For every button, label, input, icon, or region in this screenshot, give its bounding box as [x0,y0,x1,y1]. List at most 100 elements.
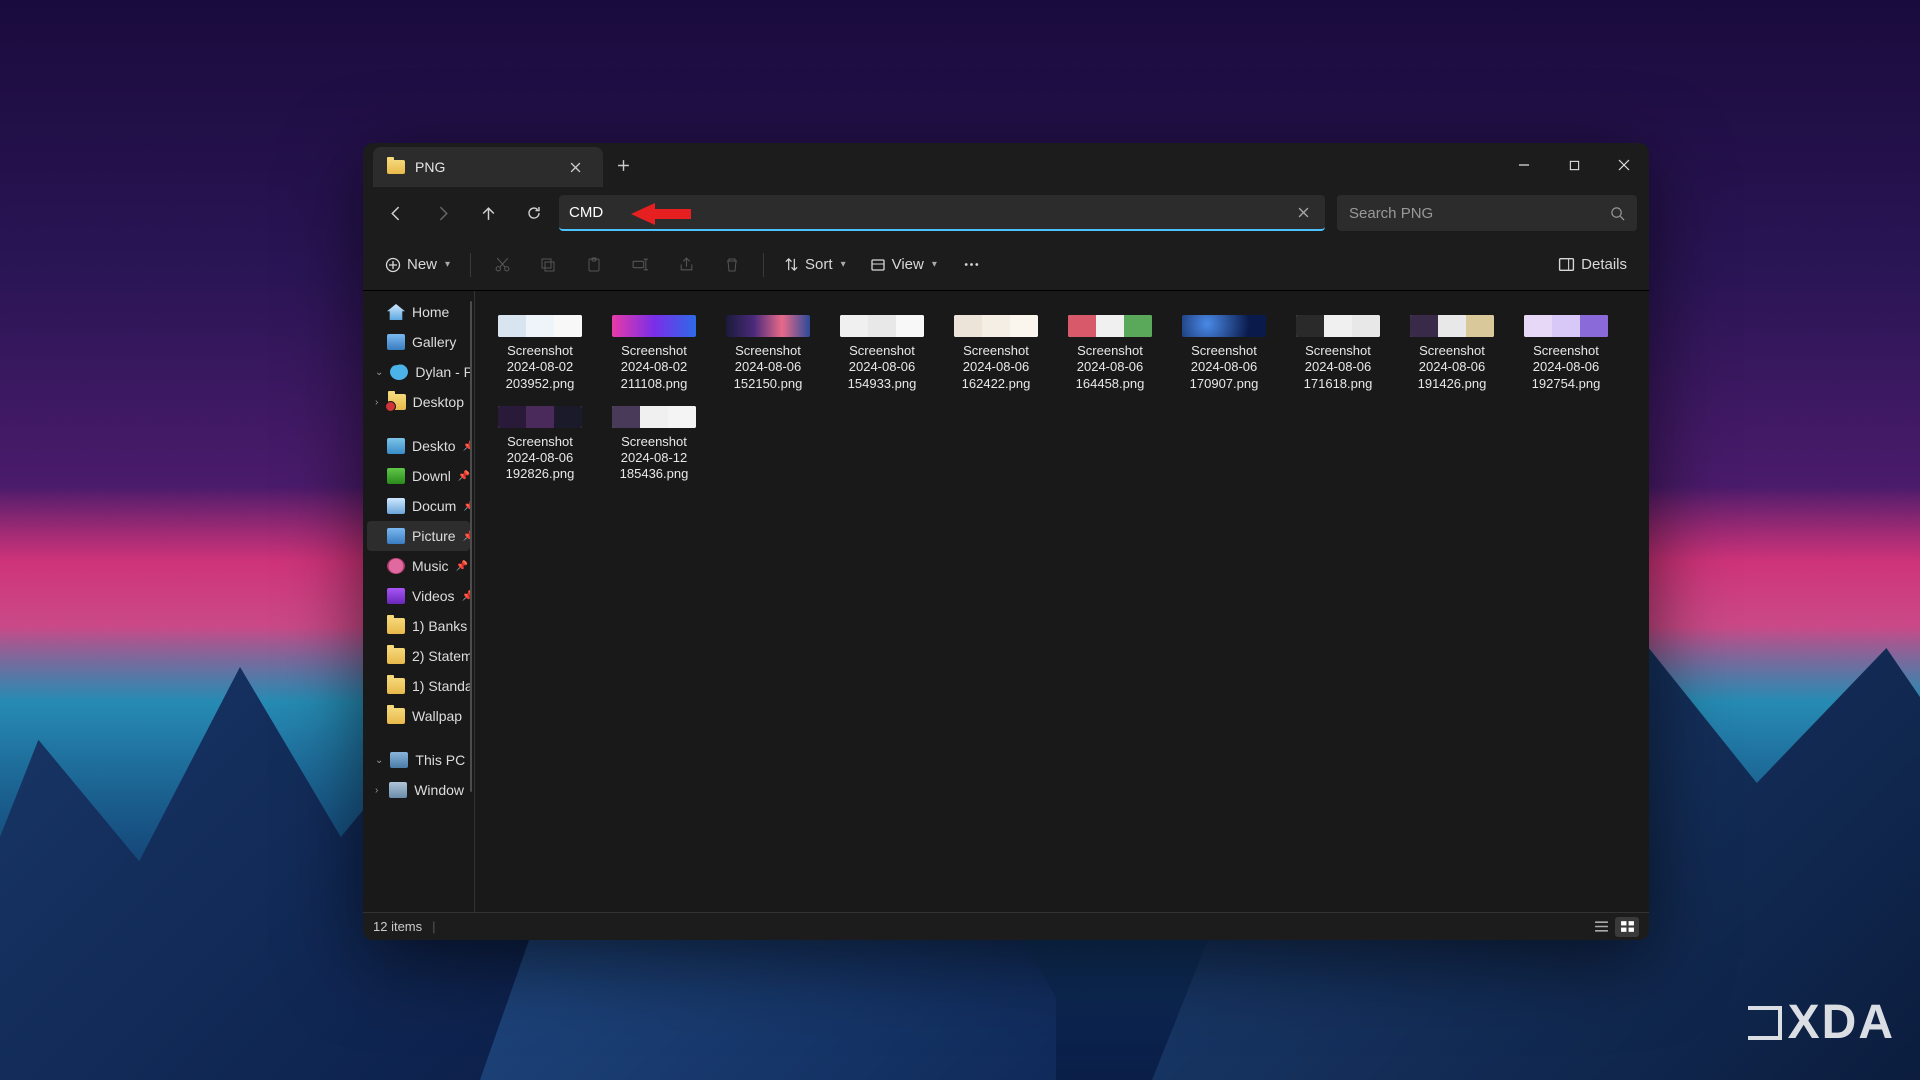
tab-png[interactable]: PNG [373,147,603,187]
sidebar-item-dl[interactable]: Downl📌 [367,461,470,491]
folder-icon [388,394,406,410]
rename-button[interactable] [619,247,661,283]
sidebar-item-folder[interactable]: 1) Banks [367,611,470,641]
desktop-icon [387,438,405,454]
file-item[interactable]: Screenshot 2024-08-06 162422.png [939,311,1053,402]
file-name: Screenshot 2024-08-06 171618.png [1287,343,1389,392]
chevron-down-icon: ⌄ [375,755,383,766]
paste-button[interactable] [573,247,615,283]
chevron-right-icon: › [375,397,381,408]
address-input[interactable] [569,204,1291,221]
file-name: Screenshot 2024-08-12 185436.png [603,434,705,483]
file-item[interactable]: Screenshot 2024-08-06 152150.png [711,311,825,402]
file-grid[interactable]: Screenshot 2024-08-02 203952.pngScreensh… [475,291,1649,912]
file-item[interactable]: Screenshot 2024-08-06 164458.png [1053,311,1167,402]
copy-button[interactable] [527,247,569,283]
delete-button[interactable] [711,247,753,283]
sidebar-item-thispc[interactable]: ⌄This PC [367,745,470,775]
sidebar-item-folder[interactable]: Wallpap [367,701,470,731]
thumbnail [1410,315,1494,337]
address-clear-button[interactable] [1291,200,1315,224]
folder-icon [387,618,405,634]
up-button[interactable] [467,195,509,231]
drive-icon [389,782,407,798]
tab-title: PNG [415,159,551,175]
item-count: 12 items [373,919,422,934]
sidebar-item-pic[interactable]: Picture📌 [367,521,470,551]
view-details-button[interactable] [1589,917,1613,937]
watermark: XDA [1748,995,1895,1050]
pin-icon: 📌 [463,531,470,542]
thumbnail [498,315,582,337]
file-item[interactable]: Screenshot 2024-08-02 211108.png [597,311,711,402]
minimize-button[interactable] [1499,143,1549,187]
sidebar-item-doc[interactable]: Docum📌 [367,491,470,521]
chevron-down-icon: ▾ [841,259,846,270]
pin-icon: 📌 [463,501,470,512]
file-item[interactable]: Screenshot 2024-08-06 171618.png [1281,311,1395,402]
file-item[interactable]: Screenshot 2024-08-06 154933.png [825,311,939,402]
sidebar-item-gallery[interactable]: Gallery [367,327,470,357]
new-button[interactable]: New▾ [375,247,460,283]
file-item[interactable]: Screenshot 2024-08-02 203952.png [483,311,597,402]
thumbnail [612,406,696,428]
sort-button[interactable]: Sort▾ [774,247,856,283]
pin-icon: 📌 [462,591,470,602]
search-input[interactable] [1349,205,1610,222]
folder-icon [387,678,405,694]
sidebar-item-desktop[interactable]: Deskto📌 [367,431,470,461]
sidebar-item-desktop-od[interactable]: ›Desktop [367,387,470,417]
thumbnail [1296,315,1380,337]
file-item[interactable]: Screenshot 2024-08-12 185436.png [597,402,711,493]
search-icon [1610,206,1625,221]
back-button[interactable] [375,195,417,231]
forward-button[interactable] [421,195,463,231]
sidebar-item-video[interactable]: Videos📌 [367,581,470,611]
file-name: Screenshot 2024-08-06 154933.png [831,343,933,392]
status-bar: 12 items | [363,912,1649,940]
file-item[interactable]: Screenshot 2024-08-06 191426.png [1395,311,1509,402]
refresh-button[interactable] [513,195,555,231]
file-item[interactable]: Screenshot 2024-08-06 192754.png [1509,311,1623,402]
sidebar-item-onedrive[interactable]: ⌄Dylan - Pe [367,357,470,387]
file-item[interactable]: Screenshot 2024-08-06 170907.png [1167,311,1281,402]
address-bar[interactable] [559,195,1325,231]
sidebar-item-drive[interactable]: ›Window [367,775,470,805]
video-icon [387,588,405,604]
pin-icon: 📌 [458,471,470,482]
details-pane-button[interactable]: Details [1548,247,1637,283]
file-name: Screenshot 2024-08-06 170907.png [1173,343,1275,392]
maximize-button[interactable] [1549,143,1599,187]
thumbnail [1182,315,1266,337]
sidebar[interactable]: Home Gallery ⌄Dylan - Pe ›Desktop Deskto… [363,291,475,912]
cloud-icon [390,364,408,380]
tab-close-button[interactable] [561,153,589,181]
thumbnail [840,315,924,337]
thumbnail [726,315,810,337]
file-name: Screenshot 2024-08-06 152150.png [717,343,819,392]
pic-icon [387,528,405,544]
sidebar-item-music[interactable]: Music📌 [367,551,470,581]
thumbnail [498,406,582,428]
thumbnail [954,315,1038,337]
new-tab-button[interactable] [603,143,643,187]
sidebar-item-folder[interactable]: 1) Standa [367,671,470,701]
view-button[interactable]: View▾ [860,247,947,283]
music-icon [387,558,405,574]
search-box[interactable] [1337,195,1637,231]
thumbnail [1068,315,1152,337]
watermark-icon [1748,1006,1782,1040]
file-name: Screenshot 2024-08-06 192826.png [489,434,591,483]
file-name: Screenshot 2024-08-02 211108.png [603,343,705,392]
more-button[interactable] [951,247,993,283]
titlebar[interactable]: PNG [363,143,1649,187]
sidebar-item-home[interactable]: Home [367,297,470,327]
chevron-down-icon: ▾ [445,259,450,270]
close-window-button[interactable] [1599,143,1649,187]
sidebar-item-folder[interactable]: 2) Statem [367,641,470,671]
view-thumbnails-button[interactable] [1615,917,1639,937]
share-button[interactable] [665,247,707,283]
cut-button[interactable] [481,247,523,283]
file-item[interactable]: Screenshot 2024-08-06 192826.png [483,402,597,493]
pin-icon: 📌 [456,561,468,572]
